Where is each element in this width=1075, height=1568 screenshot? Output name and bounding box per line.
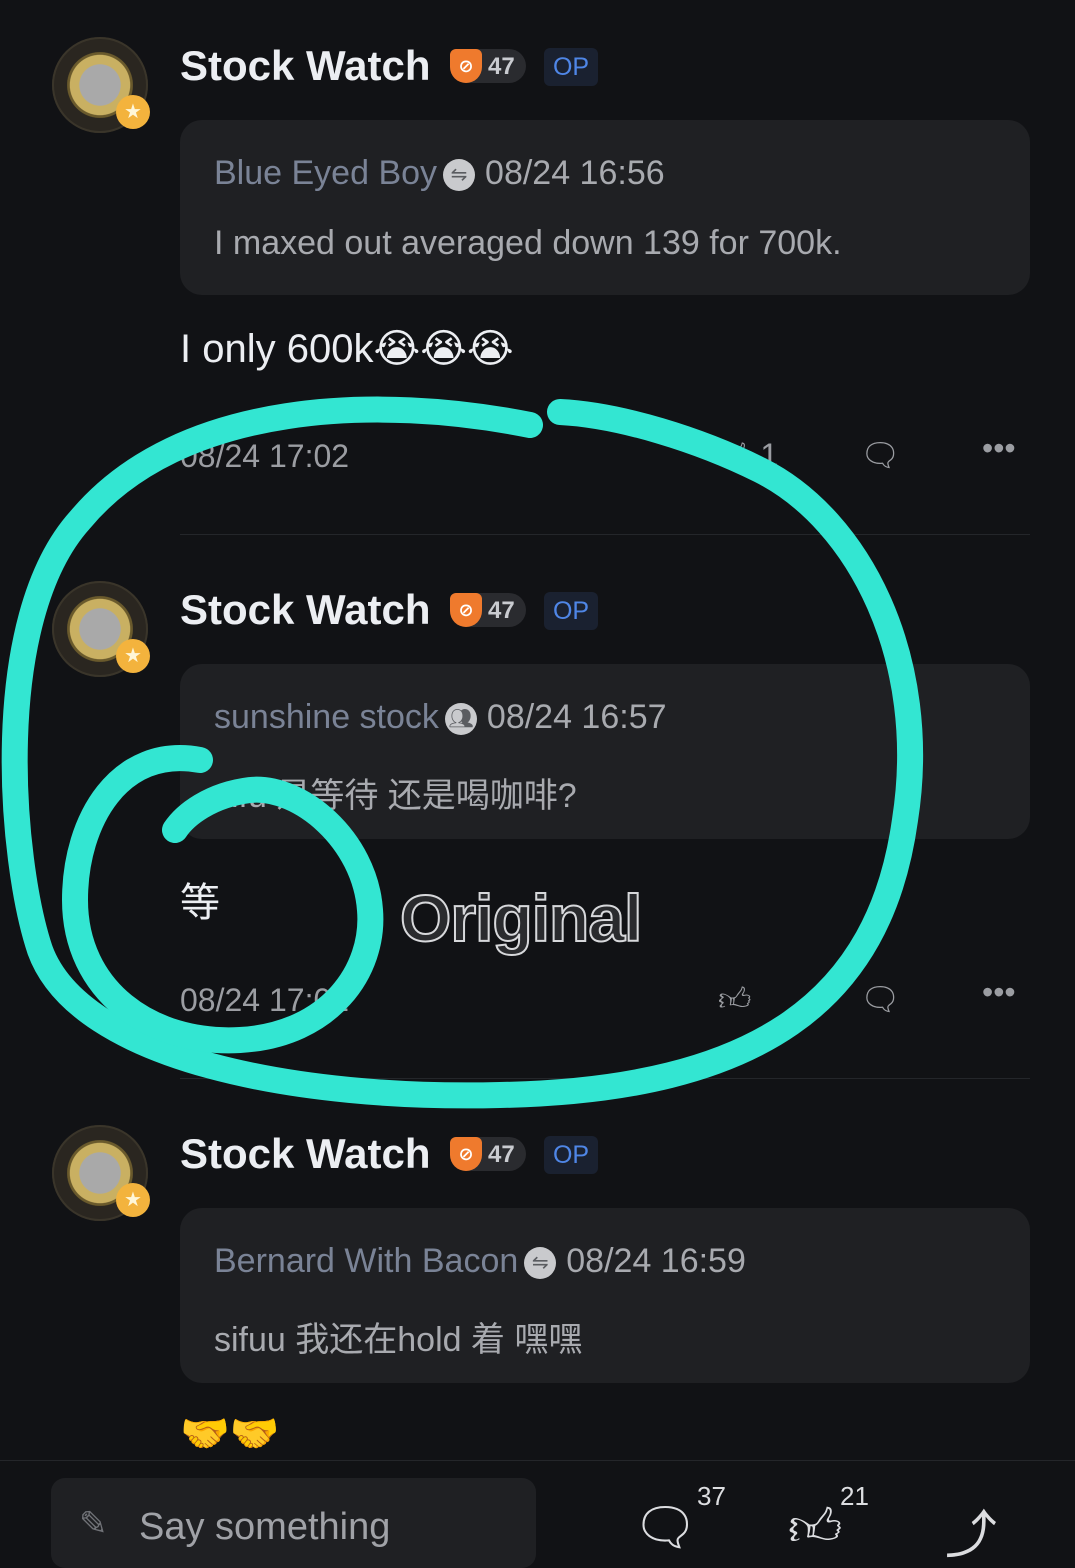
quoted-author[interactable]: Blue Eyed Boy — [214, 154, 437, 192]
comment-text: 等 — [180, 881, 220, 925]
annotation-label: Original — [399, 880, 643, 956]
share-button[interactable]: ⤴ — [945, 1493, 997, 1568]
avatar[interactable]: ★ — [52, 581, 150, 677]
author-name[interactable]: Stock Watch — [180, 1130, 430, 1178]
op-badge: OP — [544, 592, 598, 630]
comment-input-placeholder: Say something — [139, 1506, 391, 1548]
like-button[interactable]: 👍︎ 1 — [718, 436, 778, 475]
op-badge: OP — [544, 1136, 598, 1174]
star-badge-icon: ★ — [116, 95, 150, 129]
divider — [180, 1078, 1030, 1079]
reply-button[interactable]: 🗨︎ — [860, 980, 901, 1018]
more-icon: ••• — [982, 974, 1016, 1010]
star-badge-icon: ★ — [116, 639, 150, 673]
quoted-time: 08/24 16:57 — [486, 698, 667, 736]
comments-button[interactable]: 🗨︎ — [632, 1497, 698, 1558]
thumbs-up-icon: 👍︎ — [788, 1499, 843, 1557]
thumbs-up-icon: 👍︎ — [718, 981, 752, 1017]
quoted-comment[interactable]: sunshine stock 👥︎ 08/24 16:57 sifu 是等待 还是喝… — [180, 664, 1030, 839]
avatar[interactable]: ★ — [52, 37, 150, 133]
avatar[interactable]: ★ — [52, 1125, 150, 1221]
quoted-time: 08/24 16:56 — [485, 154, 665, 192]
level-badge: ⊘ 47 — [450, 49, 526, 83]
comment-time: 08/24 17:02 — [180, 982, 350, 1018]
author-name[interactable]: Stock Watch — [180, 42, 430, 90]
share-icon: ⤴ — [945, 1507, 998, 1565]
quoted-text: sifuu 我还在hold 着 嘿嘿 — [214, 1321, 583, 1359]
user-badge-icon: ⇋ — [443, 159, 476, 192]
user-badge-icon: ⇋ — [524, 1247, 557, 1280]
comment-count: 37 — [697, 1481, 726, 1511]
star-badge-icon: ★ — [116, 1183, 150, 1217]
comment-time: 08/24 17:02 — [180, 438, 350, 474]
op-badge: OP — [544, 48, 598, 86]
quoted-text: sifu 是等待 还是喝咖啡? — [214, 777, 577, 815]
shield-icon: ⊘ — [450, 49, 482, 83]
comment-icon: 🗨︎ — [860, 437, 901, 473]
level-badge: ⊘ 47 — [450, 1137, 526, 1171]
group-icon: 👥︎ — [444, 703, 477, 736]
like-button[interactable]: 👍︎ — [718, 980, 751, 1019]
quoted-comment[interactable]: Bernard With Bacon ⇋ 08/24 16:59 sifuu 我还在… — [180, 1208, 1030, 1383]
pencil-icon: ✎ — [79, 1505, 108, 1543]
comment-text: 🤝🤝 — [180, 1412, 280, 1456]
shield-icon: ⊘ — [450, 1137, 482, 1171]
like-count: 21 — [840, 1481, 869, 1511]
quoted-text: I maxed out averaged down 139 for 700k. — [214, 224, 842, 262]
bottom-bar: ✎ Say something 🗨︎ 37 👍︎ 21 ⤴ — [0, 1460, 1075, 1568]
quoted-comment[interactable]: Blue Eyed Boy ⇋ 08/24 16:56 I maxed out av… — [180, 120, 1030, 295]
level-badge: ⊘ 47 — [450, 593, 526, 627]
divider — [180, 534, 1030, 535]
comment-icon: 🗨︎ — [632, 1499, 699, 1557]
comment-icon: 🗨︎ — [860, 981, 901, 1017]
quoted-author[interactable]: sunshine stock — [214, 698, 439, 736]
like-post-button[interactable]: 👍︎ — [788, 1497, 842, 1559]
more-button[interactable]: ••• — [982, 974, 1016, 1011]
reply-button[interactable]: 🗨︎ — [860, 436, 901, 474]
quoted-time: 08/24 16:59 — [566, 1242, 746, 1280]
comment-text: I only 600k😭😭😭 — [180, 327, 514, 371]
comment-input[interactable]: ✎ Say something — [51, 1478, 536, 1568]
more-button[interactable]: ••• — [982, 430, 1016, 467]
thumbs-up-icon: 👍︎ — [718, 437, 752, 473]
author-name[interactable]: Stock Watch — [180, 586, 430, 634]
more-icon: ••• — [982, 430, 1016, 466]
shield-icon: ⊘ — [450, 593, 482, 627]
quoted-author[interactable]: Bernard With Bacon — [214, 1242, 518, 1280]
